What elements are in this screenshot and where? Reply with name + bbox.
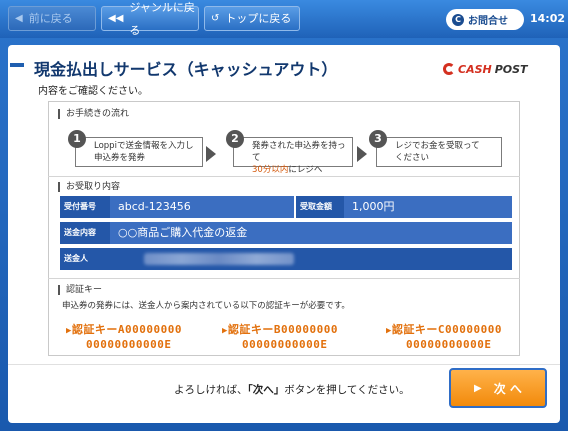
step-text-line2: 30分以内にレジへ (252, 164, 348, 176)
cashpost-logo: CASH POST (443, 60, 528, 78)
divider (48, 176, 520, 177)
receipt-table: 受付番号 abcd-123456 受取金額 1,000円 送金内容 ○○商品ご購… (60, 196, 512, 270)
next-label: 次 へ (493, 381, 522, 396)
contact-button[interactable]: C お問合せ (446, 9, 524, 30)
auth-key-c: ▶認証キーC00000000 00000000000E (386, 323, 502, 352)
step-text-line2: ください (395, 153, 430, 163)
return-arrow-icon: ↺ (211, 13, 220, 24)
sender-label: 送金人 (64, 254, 88, 263)
sender-row: 送金人 (60, 248, 512, 270)
receipt-section-label: お受取り内容 (58, 182, 120, 192)
auth-key-line1: 認証キーC00000000 (391, 323, 503, 336)
back-label: 前に戻る (28, 12, 73, 25)
cashpost-mark-icon (443, 63, 455, 75)
step-arrow-icon (206, 146, 216, 162)
step-highlight: 30分以内 (252, 165, 289, 175)
play-icon: ▶ (474, 382, 482, 394)
step-arrow-icon (357, 146, 367, 162)
content-label: 送金内容 (60, 222, 110, 244)
page-subtitle: 内容をご確認ください。 (38, 86, 148, 97)
auth-key-line1: 認証キーA00000000 (71, 323, 183, 336)
content-value: ○○商品ご購入代金の返金 (110, 222, 512, 244)
title-marker (10, 63, 24, 67)
next-button[interactable]: ▶ 次 へ (449, 368, 547, 408)
double-back-icon: ◀◀ (108, 13, 124, 24)
top-toolbar: ◀ 前に戻る ◀◀ ジャンルに戻る ↺ トップに戻る C お問合せ 14:02 (0, 0, 568, 38)
clock: 14:02 (530, 12, 566, 25)
genre-label: ジャンルに戻る (129, 0, 195, 37)
contact-label: お問合せ (468, 16, 508, 27)
auth-key-line2: 00000000000E (406, 338, 492, 351)
step-number: 3 (369, 130, 387, 148)
logo-post-text: POST (494, 62, 528, 76)
auth-key-b: ▶認証キーB00000000 00000000000E (222, 323, 338, 352)
step-text-line1: 発券された申込券を持って (252, 141, 346, 163)
step-text-line1: Loppiで送金情報を入力し (94, 141, 194, 151)
redacted-sender-name (144, 253, 294, 265)
back-triangle-icon: ◀ (15, 13, 23, 24)
footer-msg-post: ボタンを押してください。 (284, 384, 410, 396)
amount-label: 受取金額 (296, 196, 344, 218)
top-label: トップに戻る (225, 12, 292, 25)
auth-key-a: ▶認証キーA00000000 00000000000E (66, 323, 182, 352)
footer-divider (8, 364, 560, 365)
receipt-no-value: abcd-123456 (110, 196, 294, 218)
genre-button[interactable]: ◀◀ ジャンルに戻る (101, 1, 199, 37)
step-number: 1 (68, 130, 86, 148)
step-2: 2 発券された申込券を持って 30分以内にレジへ (226, 130, 353, 175)
step-text-rest: にレジへ (288, 165, 323, 175)
receipt-no-label: 受付番号 (60, 196, 110, 218)
auth-section-label: 認証キー (58, 285, 102, 295)
auth-key-line2: 00000000000E (86, 338, 172, 351)
top-button[interactable]: ↺ トップに戻る (204, 6, 300, 31)
procedure-section-label: お手続きの流れ (58, 109, 129, 119)
footer-message: よろしければ、「次へ」ボタンを押してください。 (174, 382, 410, 397)
page-title: 現金払出しサービス（キャッシュアウト） (34, 60, 338, 79)
logo-cash-text: CASH (458, 62, 492, 76)
footer-msg-bold: 「次へ」 (247, 384, 285, 396)
auth-key-line2: 00000000000E (242, 338, 328, 351)
step-number: 2 (226, 130, 244, 148)
footer-msg-pre: よろしければ、 (174, 384, 248, 396)
step-3: 3 レジでお金を受取って ください (369, 130, 502, 167)
step-text-line2: 申込券を発券 (94, 153, 146, 163)
auth-key-line1: 認証キーB00000000 (227, 323, 339, 336)
amount-value: 1,000円 (344, 196, 512, 218)
back-button[interactable]: ◀ 前に戻る (8, 6, 96, 31)
step-text-line1: レジでお金を受取って (395, 141, 480, 151)
c-icon: C (452, 13, 464, 26)
divider (48, 278, 520, 279)
auth-note: 申込券の発券には、送金人から案内されている以下の認証キーが必要です。 (62, 301, 350, 311)
step-1: 1 Loppiで送金情報を入力し 申込券を発券 (68, 130, 203, 167)
